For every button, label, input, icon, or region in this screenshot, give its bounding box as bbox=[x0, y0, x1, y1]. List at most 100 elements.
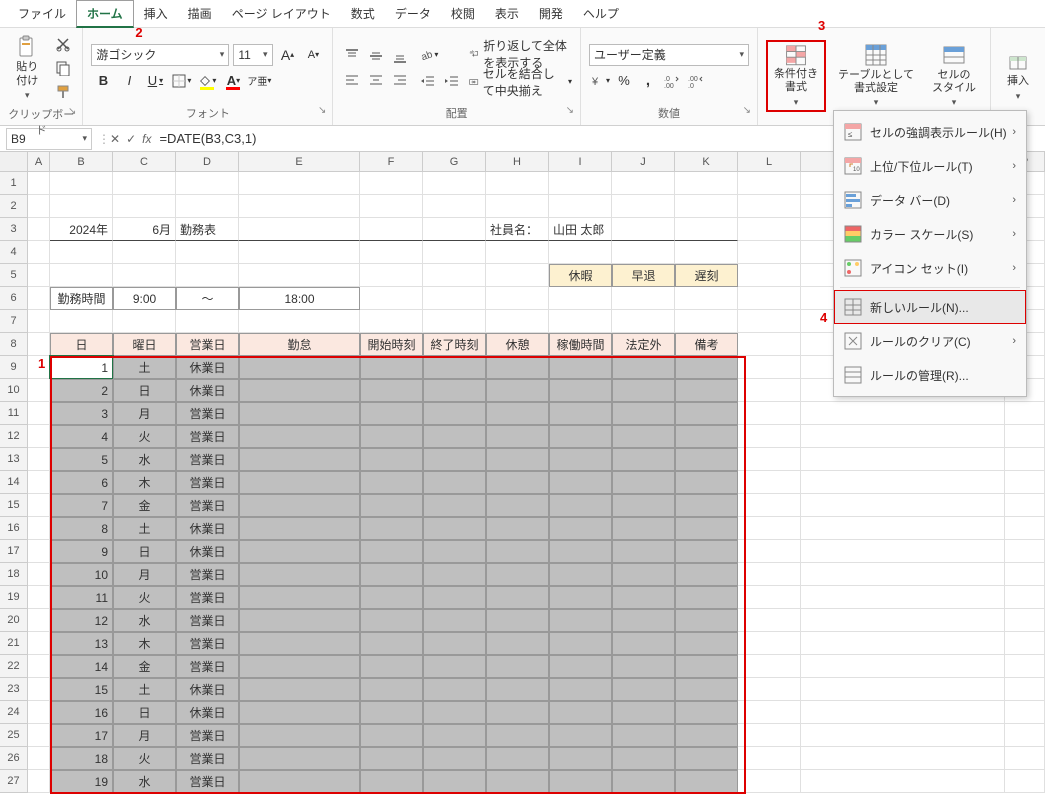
dd-manage-rules[interactable]: ルールの管理(R)... bbox=[834, 358, 1026, 392]
cell[interactable] bbox=[486, 402, 549, 425]
row-header[interactable]: 7 bbox=[0, 310, 28, 333]
cell[interactable] bbox=[612, 701, 675, 724]
cell[interactable]: 18 bbox=[50, 747, 113, 770]
cell[interactable] bbox=[675, 655, 738, 678]
cell[interactable] bbox=[239, 241, 360, 264]
format-painter-button[interactable] bbox=[52, 81, 74, 103]
menu-draw[interactable]: 描画 bbox=[178, 1, 222, 26]
cell[interactable] bbox=[239, 770, 360, 793]
cell[interactable] bbox=[28, 379, 50, 402]
cell[interactable] bbox=[1005, 540, 1045, 563]
cell[interactable] bbox=[549, 586, 612, 609]
cell[interactable]: 月 bbox=[113, 724, 176, 747]
cell[interactable] bbox=[738, 264, 801, 287]
cell[interactable] bbox=[675, 356, 738, 379]
col-header[interactable]: G bbox=[423, 152, 486, 172]
cell[interactable] bbox=[801, 471, 1005, 494]
format-as-table-button[interactable]: テーブルとして 書式設定 ▾ bbox=[832, 40, 920, 112]
cell[interactable] bbox=[486, 494, 549, 517]
cell[interactable]: 17 bbox=[50, 724, 113, 747]
row-header[interactable]: 21 bbox=[0, 632, 28, 655]
cell[interactable]: 13 bbox=[50, 632, 113, 655]
cell[interactable] bbox=[612, 425, 675, 448]
menu-review[interactable]: 校閲 bbox=[441, 1, 485, 26]
fx-button[interactable]: fx bbox=[142, 132, 151, 146]
cell[interactable] bbox=[50, 310, 113, 333]
row-header[interactable]: 5 bbox=[0, 264, 28, 287]
cell[interactable] bbox=[423, 586, 486, 609]
cell[interactable] bbox=[239, 379, 360, 402]
insert-cells-button[interactable]: 挿入 ▾ bbox=[999, 40, 1037, 112]
cell[interactable] bbox=[176, 241, 239, 264]
cell[interactable] bbox=[360, 402, 423, 425]
cell[interactable] bbox=[360, 632, 423, 655]
cell[interactable]: 5 bbox=[50, 448, 113, 471]
font-name-combo[interactable]: 游ゴシック▾ bbox=[91, 44, 229, 66]
cell[interactable] bbox=[360, 172, 423, 195]
cell[interactable] bbox=[486, 425, 549, 448]
cell[interactable] bbox=[486, 609, 549, 632]
cell[interactable]: 開始時刻 bbox=[360, 333, 423, 356]
align-middle-button[interactable] bbox=[365, 45, 387, 67]
menu-home[interactable]: ホーム2 bbox=[76, 0, 134, 28]
select-all-corner[interactable] bbox=[0, 152, 28, 172]
comma-button[interactable]: , bbox=[637, 70, 659, 92]
cell[interactable] bbox=[675, 310, 738, 333]
cell[interactable] bbox=[675, 701, 738, 724]
cell[interactable] bbox=[549, 310, 612, 333]
cell[interactable] bbox=[738, 195, 801, 218]
phonetic-button[interactable]: ア亜▾ bbox=[247, 70, 271, 92]
menu-file[interactable]: ファイル bbox=[8, 1, 76, 26]
cell[interactable] bbox=[675, 540, 738, 563]
cell[interactable] bbox=[801, 563, 1005, 586]
align-dialog-icon[interactable]: ↘ bbox=[566, 105, 574, 116]
cell[interactable]: 営業日 bbox=[176, 632, 239, 655]
cell[interactable] bbox=[486, 747, 549, 770]
cell[interactable] bbox=[423, 747, 486, 770]
dd-clear-rules[interactable]: ルールのクリア(C)› bbox=[834, 324, 1026, 358]
cell[interactable]: 16 bbox=[50, 701, 113, 724]
cell[interactable] bbox=[28, 701, 50, 724]
cell[interactable]: 遅刻 bbox=[675, 264, 738, 287]
cell[interactable]: 月 bbox=[113, 402, 176, 425]
cell[interactable] bbox=[675, 471, 738, 494]
row-header[interactable]: 24 bbox=[0, 701, 28, 724]
cell[interactable]: 日 bbox=[113, 540, 176, 563]
increase-indent-button[interactable] bbox=[441, 70, 463, 92]
cell[interactable] bbox=[801, 609, 1005, 632]
cell[interactable]: 水 bbox=[113, 609, 176, 632]
cell[interactable] bbox=[423, 770, 486, 793]
cell[interactable] bbox=[50, 195, 113, 218]
cell[interactable] bbox=[423, 218, 486, 241]
cell[interactable] bbox=[239, 540, 360, 563]
cell[interactable] bbox=[423, 724, 486, 747]
cell[interactable] bbox=[675, 517, 738, 540]
cell[interactable] bbox=[360, 517, 423, 540]
cell[interactable] bbox=[239, 264, 360, 287]
cell[interactable] bbox=[360, 563, 423, 586]
cell[interactable]: 早退 bbox=[612, 264, 675, 287]
cell[interactable] bbox=[1005, 770, 1045, 793]
underline-button[interactable]: U▾ bbox=[143, 70, 167, 92]
cell[interactable]: 18:00 bbox=[239, 287, 360, 310]
col-header[interactable]: J bbox=[612, 152, 675, 172]
cell[interactable] bbox=[675, 241, 738, 264]
cell[interactable] bbox=[239, 701, 360, 724]
cell[interactable] bbox=[1005, 678, 1045, 701]
cell[interactable]: 休業日 bbox=[176, 356, 239, 379]
col-header[interactable]: L bbox=[738, 152, 801, 172]
orientation-button[interactable]: ab▾ bbox=[417, 44, 439, 66]
cell[interactable] bbox=[612, 494, 675, 517]
cell[interactable]: 備考 bbox=[675, 333, 738, 356]
cell[interactable]: 日 bbox=[113, 701, 176, 724]
row-header[interactable]: 3 bbox=[0, 218, 28, 241]
cell[interactable] bbox=[801, 494, 1005, 517]
cell[interactable]: 曜日 bbox=[113, 333, 176, 356]
cell[interactable]: 営業日 bbox=[176, 609, 239, 632]
cell[interactable] bbox=[239, 402, 360, 425]
cut-button[interactable] bbox=[52, 33, 74, 55]
cell[interactable] bbox=[612, 540, 675, 563]
cell[interactable] bbox=[738, 241, 801, 264]
cell[interactable] bbox=[549, 195, 612, 218]
cell[interactable] bbox=[612, 655, 675, 678]
